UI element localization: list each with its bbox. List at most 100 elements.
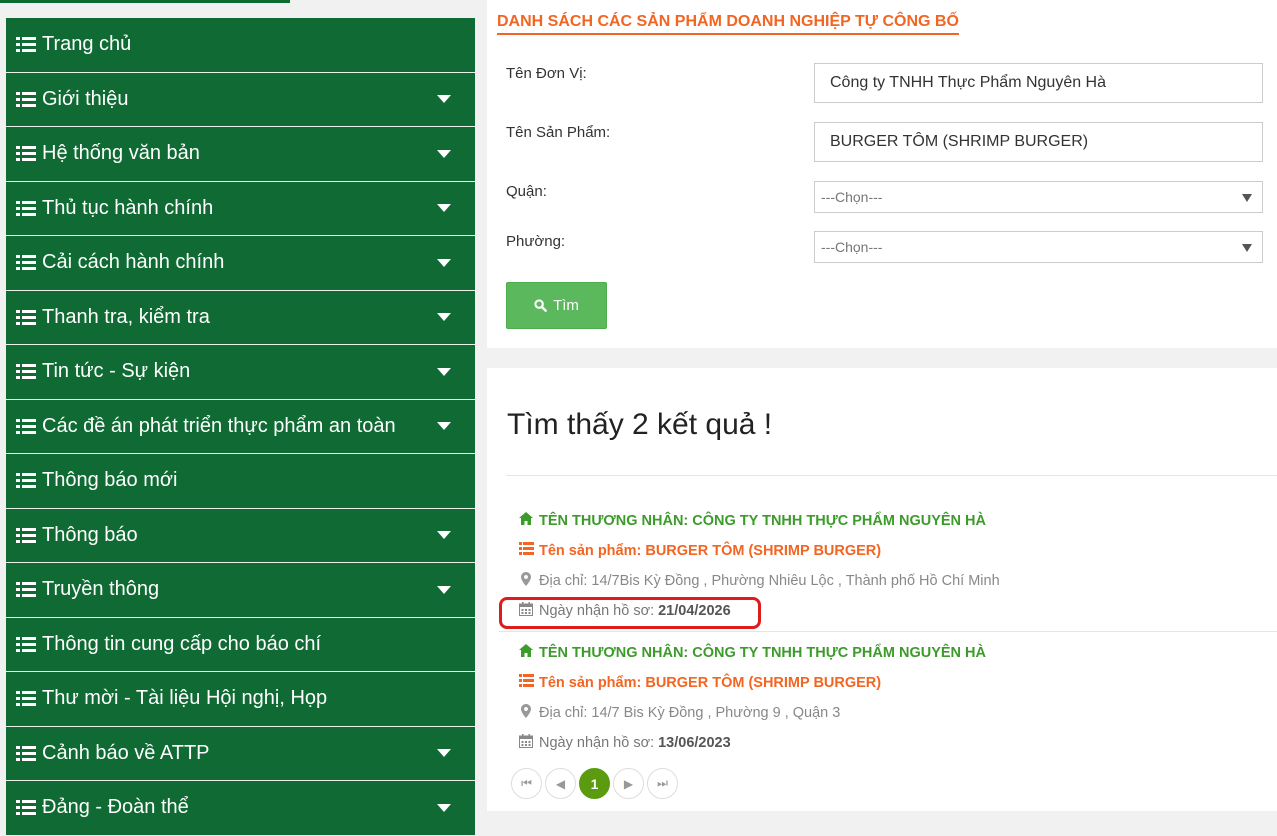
sidebar-item-label: Giới thiệu bbox=[42, 87, 129, 110]
results-panel: Tìm thấy 2 kết quả ! TÊN THƯƠNG NHÂN: CÔ… bbox=[487, 368, 1277, 811]
list-icon bbox=[518, 542, 534, 559]
chevron-down-icon bbox=[1242, 194, 1252, 202]
caret-down-icon[interactable] bbox=[437, 585, 451, 594]
sidebar-item[interactable]: Cải cách hành chính bbox=[6, 236, 475, 291]
list-icon bbox=[16, 527, 36, 544]
product-name-input[interactable]: BURGER TÔM (SHRIMP BURGER) bbox=[814, 122, 1263, 162]
top-accent-line bbox=[0, 0, 290, 3]
sidebar-item-label: Các đề án phát triển thực phẩm an toàn bbox=[42, 414, 396, 437]
search-icon bbox=[534, 299, 547, 312]
sidebar-item-label: Cải cách hành chính bbox=[42, 251, 225, 274]
list-icon bbox=[16, 690, 36, 707]
unit-name-label: Tên Đơn Vị: bbox=[506, 65, 587, 82]
calendar-icon bbox=[518, 734, 534, 752]
sidebar-item-label: Thông báo mới bbox=[42, 469, 178, 492]
product-name-label: Tên Sản Phẩm: bbox=[506, 124, 611, 141]
list-icon bbox=[16, 145, 36, 162]
merchant-line[interactable]: TÊN THƯƠNG NHÂN: CÔNG TY TNHH THỰC PHẨM … bbox=[518, 644, 986, 661]
list-icon bbox=[16, 581, 36, 598]
list-icon bbox=[16, 200, 36, 217]
merchant-name: TÊN THƯƠNG NHÂN: CÔNG TY TNHH THỰC PHẨM … bbox=[539, 512, 986, 529]
ward-select[interactable]: ---Chọn--- bbox=[814, 231, 1263, 263]
result-count: Tìm thấy 2 kết quả ! bbox=[507, 408, 773, 441]
product-name: Tên sản phẩm: BURGER TÔM (SHRIMP BURGER) bbox=[539, 542, 882, 559]
district-select[interactable]: ---Chọn--- bbox=[814, 181, 1263, 213]
sidebar-item-label: Đảng - Đoàn thể bbox=[42, 796, 189, 819]
sidebar-menu: Trang chủ Giới thiệu Hệ thống văn bản Thủ t… bbox=[6, 18, 475, 836]
sidebar-item[interactable]: Thông tin cung cấp cho báo chí bbox=[6, 617, 475, 672]
list-icon bbox=[16, 745, 36, 762]
sidebar-item[interactable]: Tin tức - Sự kiện bbox=[6, 345, 475, 400]
unit-name-input[interactable]: Công ty TNHH Thực Phẩm Nguyên Hà bbox=[814, 63, 1263, 103]
caret-down-icon[interactable] bbox=[437, 313, 451, 322]
sidebar-item[interactable]: Cảnh báo về ATTP bbox=[6, 726, 475, 781]
merchant-name: TÊN THƯƠNG NHÂN: CÔNG TY TNHH THỰC PHẨM … bbox=[539, 644, 986, 661]
sidebar-item-label: Thư mời - Tài liệu Hội nghị, Họp bbox=[42, 687, 328, 710]
sidebar-item[interactable]: Các đề án phát triển thực phẩm an toàn bbox=[6, 399, 475, 454]
sidebar-item[interactable]: Thủ tục hành chính bbox=[6, 181, 475, 236]
sidebar-item[interactable]: Truyền thông bbox=[6, 563, 475, 618]
highlight-box bbox=[499, 597, 761, 629]
home-icon bbox=[518, 512, 534, 529]
ward-select-value: ---Chọn--- bbox=[821, 239, 883, 255]
sidebar-item-label: Hệ thống văn bản bbox=[42, 142, 200, 165]
page-title: DANH SÁCH CÁC SẢN PHẨM DOANH NGHIỆP TỰ C… bbox=[497, 13, 959, 35]
caret-down-icon[interactable] bbox=[437, 749, 451, 758]
sidebar-item[interactable]: Thư mời - Tài liệu Hội nghị, Họp bbox=[6, 672, 475, 727]
address-line: Địa chỉ: 14/7 Bis Kỳ Đồng , Phường 9 , Q… bbox=[518, 704, 840, 722]
first-page-button[interactable]: ⏮ bbox=[511, 768, 542, 799]
address-text: Địa chỉ: 14/7Bis Kỳ Đồng , Phường Nhiêu … bbox=[539, 573, 1000, 589]
received-date-label: Ngày nhận hồ sơ: bbox=[539, 735, 655, 751]
sidebar-item[interactable]: Hệ thống văn bản bbox=[6, 127, 475, 182]
district-select-value: ---Chọn--- bbox=[821, 189, 883, 205]
list-icon bbox=[16, 36, 36, 53]
list-icon bbox=[16, 418, 36, 435]
map-marker-icon bbox=[518, 704, 534, 722]
sidebar-item-label: Trang chủ bbox=[42, 33, 132, 56]
sidebar-item[interactable]: Thanh tra, kiểm tra bbox=[6, 290, 475, 345]
sidebar-item[interactable]: Trang chủ bbox=[6, 18, 475, 73]
address-text: Địa chỉ: 14/7 Bis Kỳ Đồng , Phường 9 , Q… bbox=[539, 705, 841, 721]
sidebar-item-label: Truyền thông bbox=[42, 578, 160, 601]
caret-down-icon[interactable] bbox=[437, 367, 451, 376]
sidebar-item[interactable]: Giới thiệu bbox=[6, 72, 475, 127]
merchant-line[interactable]: TÊN THƯƠNG NHÂN: CÔNG TY TNHH THỰC PHẨM … bbox=[518, 512, 986, 529]
sidebar-item[interactable]: Thông báo mới bbox=[6, 454, 475, 509]
sidebar-item[interactable]: Đảng - Đoàn thể bbox=[6, 781, 475, 836]
product-line[interactable]: Tên sản phẩm: BURGER TÔM (SHRIMP BURGER) bbox=[518, 542, 881, 559]
map-marker-icon bbox=[518, 572, 534, 590]
sidebar-item-label: Thanh tra, kiểm tra bbox=[42, 305, 210, 328]
product-line[interactable]: Tên sản phẩm: BURGER TÔM (SHRIMP BURGER) bbox=[518, 674, 881, 691]
search-button[interactable]: Tìm bbox=[506, 282, 607, 329]
sidebar-item-label: Thủ tục hành chính bbox=[42, 196, 214, 219]
product-name: Tên sản phẩm: BURGER TÔM (SHRIMP BURGER) bbox=[539, 674, 882, 691]
next-page-button[interactable]: ▶ bbox=[613, 768, 644, 799]
caret-down-icon[interactable] bbox=[437, 204, 451, 213]
page-1-button[interactable]: 1 bbox=[579, 768, 610, 799]
caret-down-icon[interactable] bbox=[437, 422, 451, 431]
sidebar-item[interactable]: Thông báo bbox=[6, 508, 475, 563]
caret-down-icon[interactable] bbox=[437, 531, 451, 540]
caret-down-icon[interactable] bbox=[437, 149, 451, 158]
caret-down-icon[interactable] bbox=[437, 258, 451, 267]
list-icon bbox=[16, 91, 36, 108]
list-icon bbox=[16, 309, 36, 326]
search-panel: DANH SÁCH CÁC SẢN PHẨM DOANH NGHIỆP TỰ C… bbox=[487, 0, 1277, 348]
divider bbox=[499, 631, 1277, 632]
last-page-button[interactable]: ⏭ bbox=[647, 768, 678, 799]
caret-down-icon[interactable] bbox=[437, 95, 451, 104]
sidebar-item-label: Thông báo bbox=[42, 523, 138, 546]
district-label: Quận: bbox=[506, 183, 547, 200]
pagination: ⏮ ◀ 1 ▶ ⏭ bbox=[511, 768, 678, 799]
received-date-value: 13/06/2023 bbox=[658, 735, 731, 751]
list-icon bbox=[518, 674, 534, 691]
list-icon bbox=[16, 254, 36, 271]
list-icon bbox=[16, 363, 36, 380]
divider bbox=[506, 475, 1277, 476]
received-date-line: Ngày nhận hồ sơ: 13/06/2023 bbox=[518, 734, 731, 752]
prev-page-button[interactable]: ◀ bbox=[545, 768, 576, 799]
sidebar-item-label: Tin tức - Sự kiện bbox=[42, 360, 191, 383]
list-icon bbox=[16, 636, 36, 653]
sidebar-item-label: Cảnh báo về ATTP bbox=[42, 741, 210, 764]
chevron-down-icon bbox=[1242, 244, 1252, 252]
